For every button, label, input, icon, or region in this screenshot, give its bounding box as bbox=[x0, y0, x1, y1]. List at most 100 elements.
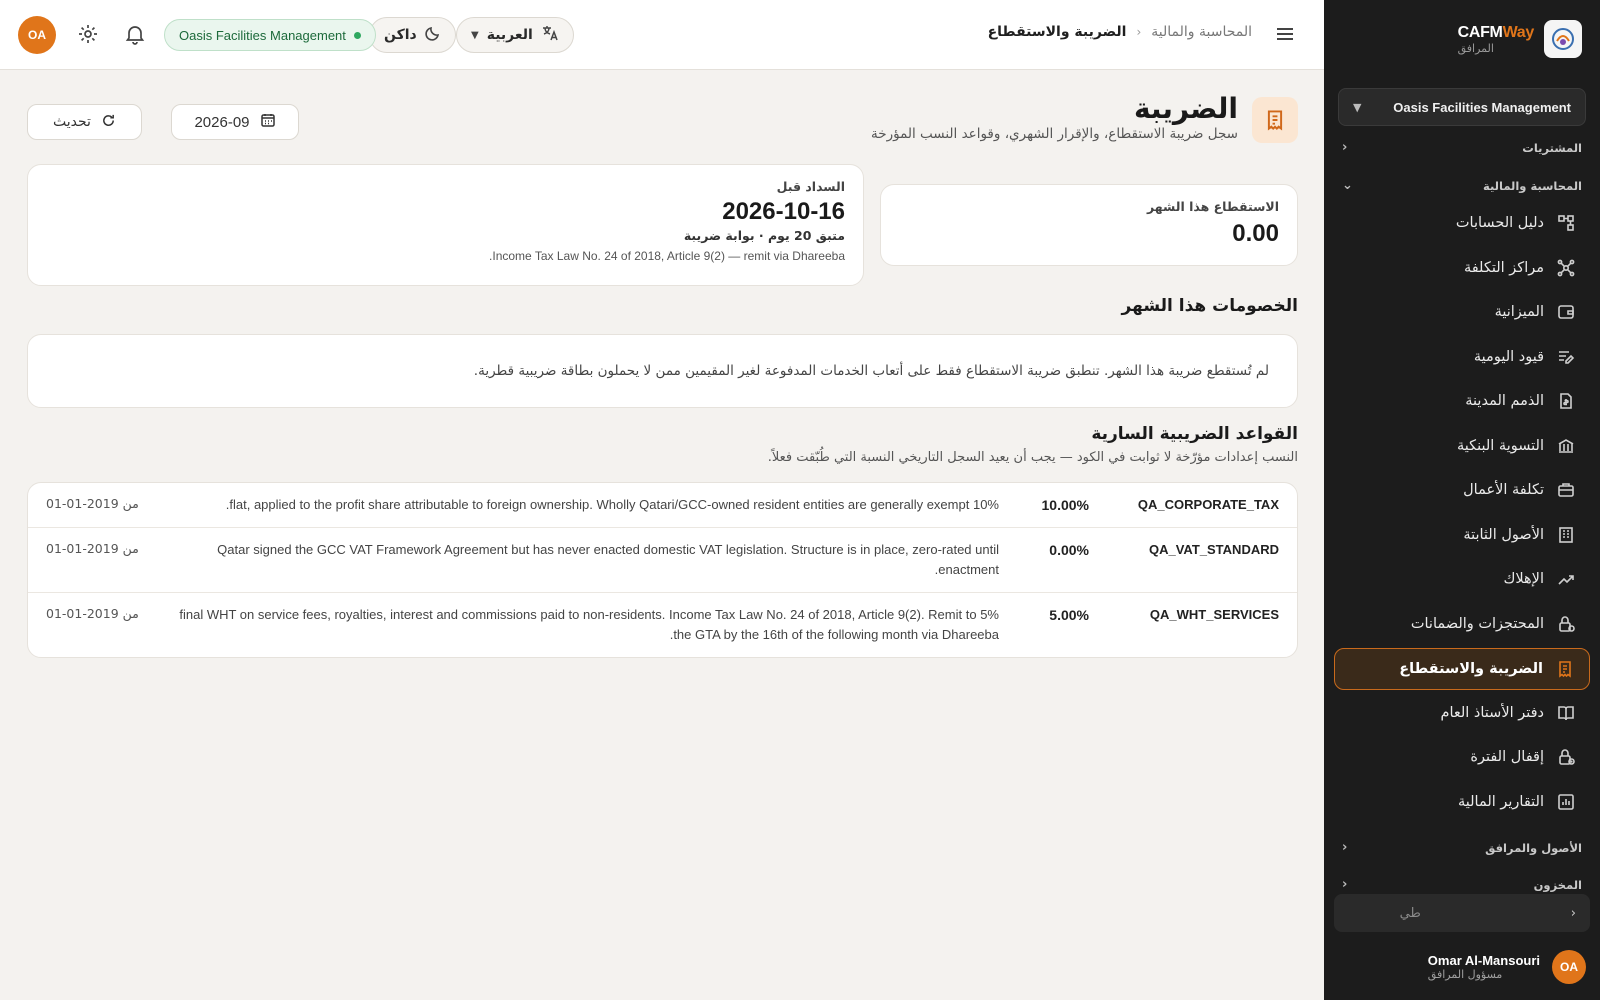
wallet-icon bbox=[1556, 302, 1576, 322]
journal-icon bbox=[1556, 347, 1576, 367]
tax-rules-title: القواعد الضريبية السارية bbox=[1091, 424, 1298, 444]
chart-of-accounts-icon bbox=[1556, 213, 1576, 233]
sidebar-item-journal-entries[interactable]: قيود اليومية bbox=[1340, 338, 1576, 376]
user-role: مسؤول المرافق bbox=[1427, 968, 1503, 981]
sidebar-item-tax-withholding[interactable]: الضريبة والاستقطاع bbox=[1334, 648, 1590, 690]
breadcrumb-parent[interactable]: المحاسبة والمالية bbox=[1151, 24, 1252, 40]
sidebar-item-receivables[interactable]: الذمم المدينة bbox=[1340, 382, 1576, 420]
lock-icon bbox=[1556, 614, 1576, 634]
nav-group-label: المشتريات bbox=[1522, 140, 1582, 155]
nav-group-accounting[interactable]: المحاسبة والمالية ⌄ bbox=[1342, 178, 1582, 193]
withholding-label: الاستقطاع هذا الشهر bbox=[1147, 199, 1279, 214]
breadcrumb-current: الضريبة والاستقطاع bbox=[987, 24, 1127, 40]
sidebar-item-budget[interactable]: الميزانية bbox=[1340, 293, 1576, 331]
table-row: QA_WHT_SERVICES 5.00% 5% final WHT on se… bbox=[28, 593, 1297, 657]
period-value: 2026-09 bbox=[194, 113, 250, 131]
brand[interactable]: CAFMWay المرافق bbox=[1458, 20, 1582, 58]
sidebar-item-label: دفتر الأستاذ العام bbox=[1440, 705, 1544, 721]
chevron-left-icon: ‹ bbox=[1342, 140, 1348, 155]
organization-selector[interactable]: Oasis Facilities Management ▼ bbox=[1338, 88, 1586, 126]
theme-label: داكن bbox=[384, 27, 417, 43]
rule-rate: 5.00% bbox=[1049, 607, 1089, 623]
main-content: الضريبة سجل ضريبة الاستقطاع، والإقرار ال… bbox=[0, 70, 1324, 1000]
topbar: المحاسبة والمالية ‹ الضريبة والاستقطاع ا… bbox=[0, 0, 1324, 70]
sidebar-item-fixed-assets[interactable]: الأصول الثابتة bbox=[1340, 516, 1576, 554]
nav-group-label: المخزون bbox=[1533, 877, 1582, 892]
receipt-icon bbox=[1252, 97, 1298, 143]
sidebar-item-general-ledger[interactable]: دفتر الأستاذ العام bbox=[1340, 694, 1576, 732]
sidebar-item-label: إقفال الفترة bbox=[1470, 749, 1544, 765]
rule-rate: 0.00% bbox=[1049, 542, 1089, 558]
menu-icon[interactable] bbox=[1274, 23, 1296, 45]
sidebar-item-cost-centers[interactable]: مراكز التكلفة bbox=[1340, 249, 1576, 287]
avatar: OA bbox=[1552, 950, 1586, 984]
sidebar-item-period-close[interactable]: إقفال الفترة bbox=[1340, 738, 1576, 776]
sidebar-item-job-cost[interactable]: تكلفة الأعمال bbox=[1340, 471, 1576, 509]
chevron-down-icon: ▼ bbox=[1353, 100, 1362, 114]
sidebar-item-label: الميزانية bbox=[1494, 304, 1544, 320]
nav-group-label: المحاسبة والمالية bbox=[1483, 178, 1582, 193]
period-lock-icon bbox=[1556, 747, 1576, 767]
sidebar-item-label: التقارير المالية bbox=[1457, 794, 1544, 810]
language-label: العربية bbox=[486, 27, 533, 43]
sidebar-item-label: الأصول الثابتة bbox=[1463, 527, 1544, 543]
withholding-this-month-card: الاستقطاع هذا الشهر 0.00 bbox=[880, 184, 1298, 266]
payment-due-card: السداد قبل 2026-10-16 متبق 20 يوم · بواب… bbox=[27, 164, 864, 286]
period-picker[interactable]: 2026-09 bbox=[171, 104, 299, 140]
sidebar-collapse-button[interactable]: ‹ طي bbox=[1334, 894, 1590, 932]
receivables-icon bbox=[1556, 391, 1576, 411]
cost-centers-icon bbox=[1556, 258, 1576, 278]
gear-icon[interactable] bbox=[75, 23, 99, 47]
due-remaining: متبق 20 يوم · بوابة ضريبة bbox=[683, 228, 845, 243]
rule-code: QA_WHT_SERVICES bbox=[1149, 607, 1279, 622]
nav-group-assets[interactable]: الأصول والمرافق ‹ bbox=[1342, 840, 1582, 855]
page-subtitle: سجل ضريبة الاستقطاع، والإقرار الشهري، وق… bbox=[871, 126, 1238, 142]
table-row: QA_VAT_STANDARD 0.00% Qatar signed the G… bbox=[28, 528, 1297, 593]
nav-group-procurement[interactable]: المشتريات ‹ bbox=[1342, 140, 1582, 155]
brand-subtitle: المرافق bbox=[1457, 41, 1494, 55]
sidebar-item-depreciation[interactable]: الإهلاك bbox=[1340, 560, 1576, 598]
deductions-empty-state: لم تُستقطع ضريبة هذا الشهر. تنطبق ضريبة … bbox=[27, 334, 1298, 408]
moon-icon bbox=[425, 25, 441, 45]
organization-status-badge: Oasis Facilities Management bbox=[164, 19, 376, 51]
user-profile[interactable]: OA Omar Al-Mansouri مسؤول المرافق bbox=[1428, 950, 1586, 984]
deductions-empty-text: لم تُستقطع ضريبة هذا الشهر. تنطبق ضريبة … bbox=[473, 363, 1269, 379]
chevron-down-icon: ⌄ bbox=[1342, 178, 1353, 193]
status-dot bbox=[353, 31, 361, 39]
language-selector[interactable]: العربية ▼ bbox=[456, 17, 574, 53]
rule-effective-from: من 2019-01-01 bbox=[46, 496, 139, 511]
refresh-button[interactable]: تحديث bbox=[27, 104, 142, 140]
sidebar-item-financial-reports[interactable]: التقارير المالية bbox=[1340, 783, 1576, 821]
sidebar-collapse-label: طي bbox=[1399, 905, 1421, 921]
due-date: 2026-10-16 bbox=[722, 198, 845, 225]
bell-icon[interactable] bbox=[122, 23, 146, 47]
chevron-left-icon: ‹ bbox=[1570, 905, 1576, 921]
breadcrumb: المحاسبة والمالية ‹ الضريبة والاستقطاع bbox=[988, 24, 1252, 40]
nav-group-inventory[interactable]: المخزون ‹ bbox=[1342, 877, 1582, 892]
due-label: السداد قبل bbox=[776, 179, 845, 194]
sidebar-item-label: مراكز التكلفة bbox=[1463, 260, 1544, 276]
sidebar-item-chart-of-accounts[interactable]: دليل الحسابات bbox=[1340, 204, 1576, 242]
theme-toggle[interactable]: داكن bbox=[369, 17, 456, 53]
organization-badge-label: Oasis Facilities Management bbox=[179, 27, 346, 43]
sidebar-item-label: الإهلاك bbox=[1503, 571, 1544, 587]
due-note: Income Tax Law No. 24 of 2018, Article 9… bbox=[489, 249, 845, 263]
rule-effective-from: من 2019-01-01 bbox=[46, 606, 139, 621]
job-cost-icon bbox=[1556, 480, 1576, 500]
deductions-title: الخصومات هذا الشهر bbox=[1121, 296, 1298, 316]
avatar[interactable]: OA bbox=[18, 16, 56, 54]
rule-description: 5% final WHT on service fees, royalties,… bbox=[179, 607, 999, 642]
rule-effective-from: من 2019-01-01 bbox=[46, 541, 139, 556]
sidebar: CAFMWay المرافق Oasis Facilities Managem… bbox=[1324, 0, 1600, 1000]
nav-group-label: الأصول والمرافق bbox=[1485, 840, 1582, 855]
sidebar-item-bank-reconciliation[interactable]: التسوية البنكية bbox=[1340, 427, 1576, 465]
building-icon bbox=[1556, 525, 1576, 545]
user-name: Omar Al-Mansouri bbox=[1427, 953, 1540, 968]
receipt-icon bbox=[1555, 659, 1575, 679]
rule-rate: 10.00% bbox=[1041, 497, 1089, 513]
book-icon bbox=[1556, 703, 1576, 723]
sidebar-item-label: دليل الحسابات bbox=[1455, 215, 1544, 231]
chevron-left-icon: ‹ bbox=[1136, 25, 1142, 39]
sidebar-item-retentions[interactable]: المحتجزات والضمانات bbox=[1340, 605, 1576, 643]
tax-rules-subtitle: النسب إعدادات مؤرّخة لا ثوابت في الكود —… bbox=[767, 450, 1298, 465]
